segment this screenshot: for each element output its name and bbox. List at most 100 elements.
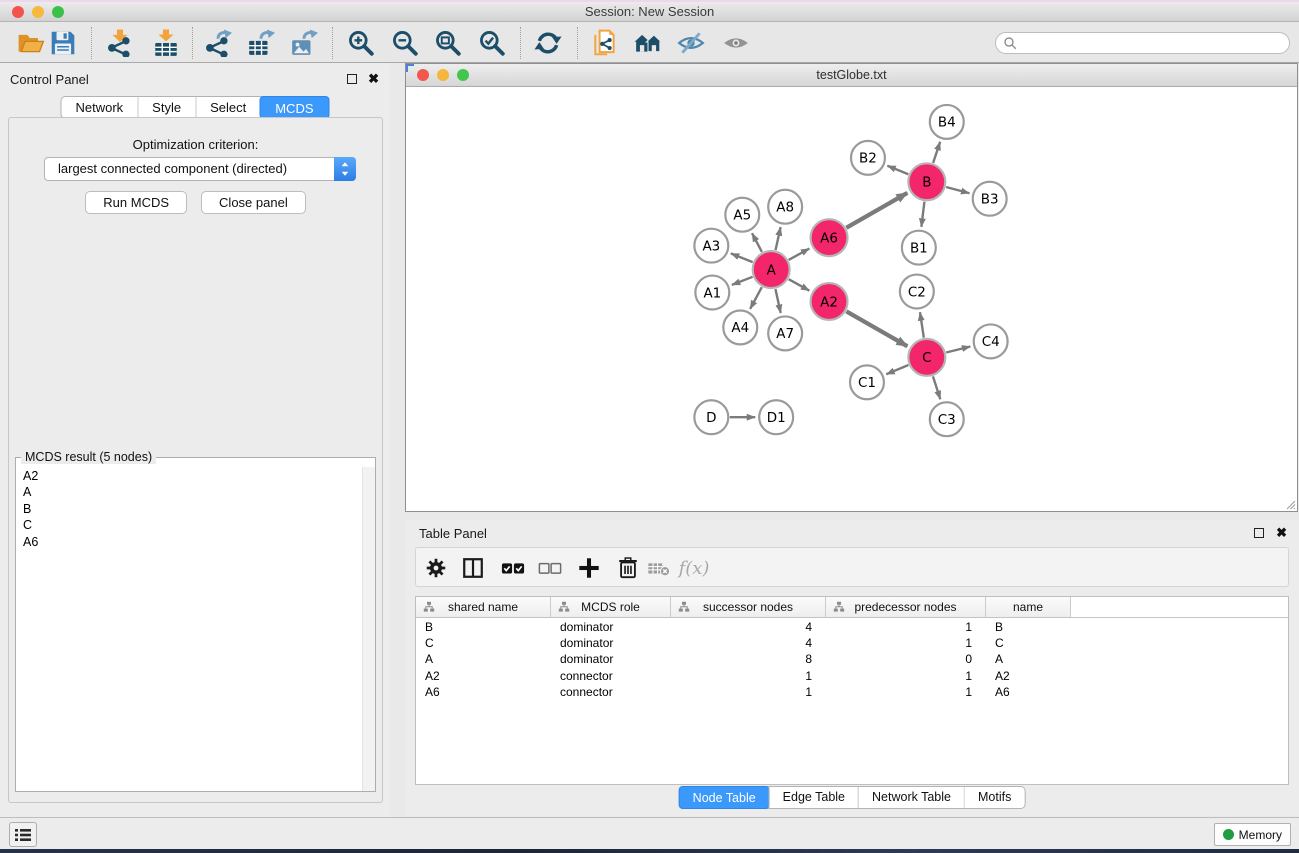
edge-A-A5[interactable] bbox=[752, 233, 762, 252]
cell-shared-name[interactable]: C bbox=[416, 635, 551, 651]
export-table-button[interactable] bbox=[244, 26, 278, 60]
format-columns-button[interactable] bbox=[460, 555, 486, 581]
criterion-dropdown[interactable]: largest connected component (directed) bbox=[44, 157, 356, 181]
cell-predecessor-nodes[interactable]: 1 bbox=[826, 619, 986, 635]
table-settings-button[interactable] bbox=[423, 555, 449, 581]
cell-predecessor-nodes[interactable]: 1 bbox=[826, 684, 986, 700]
float-panel-icon[interactable] bbox=[347, 74, 357, 84]
cell-shared-name[interactable]: A6 bbox=[416, 684, 551, 700]
cell-successor-nodes[interactable]: 8 bbox=[671, 651, 826, 667]
edge-A-A7[interactable] bbox=[775, 289, 780, 313]
cell-shared-name[interactable]: A bbox=[416, 651, 551, 667]
run-mcds-button[interactable]: Run MCDS bbox=[85, 191, 187, 214]
mcds-result-item[interactable]: A2 bbox=[17, 468, 361, 484]
apply-layout-button[interactable] bbox=[531, 26, 565, 60]
edge-B-B4[interactable] bbox=[933, 142, 940, 163]
column-header-MCDS-role[interactable]: MCDS role bbox=[551, 597, 671, 617]
delete-entry-button[interactable] bbox=[615, 555, 641, 581]
cell-predecessor-nodes[interactable]: 0 bbox=[826, 651, 986, 667]
cell-MCDS-role[interactable]: dominator bbox=[551, 619, 671, 635]
table-row[interactable]: Bdominator41B bbox=[416, 619, 1288, 635]
close-network-icon[interactable] bbox=[417, 69, 429, 81]
edge-A-A6[interactable] bbox=[789, 248, 810, 259]
edge-C-C1[interactable] bbox=[886, 365, 908, 374]
table-row[interactable]: A6connector11A6 bbox=[416, 684, 1288, 700]
hide-selected-button[interactable] bbox=[674, 26, 708, 60]
column-header-name[interactable]: name bbox=[986, 597, 1071, 617]
table-row[interactable]: A2connector11A2 bbox=[416, 668, 1288, 684]
home-button[interactable] bbox=[631, 26, 665, 60]
cell-name[interactable]: A2 bbox=[986, 668, 1071, 684]
edge-A-A4[interactable] bbox=[750, 287, 762, 309]
edge-A-A8[interactable] bbox=[776, 227, 781, 250]
network-graph[interactable]: AA1A2A3A4A5A6A7A8BB1B2B3B4CC1C2C3C4DD1 bbox=[406, 88, 1297, 511]
task-history-button[interactable] bbox=[9, 822, 37, 847]
cell-successor-nodes[interactable]: 1 bbox=[671, 668, 826, 684]
edge-A6-B[interactable] bbox=[846, 193, 907, 228]
search-box[interactable] bbox=[995, 32, 1290, 54]
memory-button[interactable]: Memory bbox=[1214, 823, 1291, 846]
cell-successor-nodes[interactable]: 4 bbox=[671, 619, 826, 635]
edge-A2-C[interactable] bbox=[846, 311, 907, 346]
select-all-button[interactable] bbox=[500, 555, 526, 581]
edge-C-C3[interactable] bbox=[933, 376, 940, 399]
table-row[interactable]: Cdominator41C bbox=[416, 635, 1288, 651]
zoom-window-icon[interactable] bbox=[52, 6, 64, 18]
cell-name[interactable]: A6 bbox=[986, 684, 1071, 700]
export-image-button[interactable] bbox=[287, 26, 321, 60]
column-header-shared-name[interactable]: shared name bbox=[416, 597, 551, 617]
network-canvas[interactable]: AA1A2A3A4A5A6A7A8BB1B2B3B4CC1C2C3C4DD1 bbox=[406, 88, 1297, 511]
zoom-in-button[interactable] bbox=[344, 26, 378, 60]
mcds-result-scrollbar[interactable] bbox=[362, 467, 375, 791]
edge-C-C2[interactable] bbox=[920, 312, 924, 337]
cell-MCDS-role[interactable]: connector bbox=[551, 684, 671, 700]
resize-grip-icon[interactable] bbox=[1284, 498, 1296, 510]
cell-successor-nodes[interactable]: 1 bbox=[671, 684, 826, 700]
maximize-network-icon[interactable] bbox=[457, 69, 469, 81]
zoom-out-button[interactable] bbox=[388, 26, 422, 60]
column-header-predecessor-nodes[interactable]: predecessor nodes bbox=[826, 597, 986, 617]
cell-MCDS-role[interactable]: dominator bbox=[551, 635, 671, 651]
tab-network[interactable]: Network bbox=[61, 97, 137, 118]
save-session-button[interactable] bbox=[46, 26, 80, 60]
close-panel-button[interactable]: Close panel bbox=[201, 191, 306, 214]
import-table-button[interactable] bbox=[149, 26, 183, 60]
tab-select[interactable]: Select bbox=[195, 97, 260, 118]
tab-node-table[interactable]: Node Table bbox=[679, 786, 770, 809]
edge-A-A1[interactable] bbox=[732, 277, 753, 285]
tab-motifs[interactable]: Motifs bbox=[964, 787, 1024, 808]
cell-shared-name[interactable]: B bbox=[416, 619, 551, 635]
column-header-successor-nodes[interactable]: successor nodes bbox=[671, 597, 826, 617]
export-network-button[interactable] bbox=[201, 26, 235, 60]
tab-style[interactable]: Style bbox=[137, 97, 195, 118]
edge-B-B2[interactable] bbox=[887, 166, 908, 175]
import-network-button[interactable] bbox=[103, 26, 137, 60]
mcds-result-item[interactable]: A bbox=[17, 484, 361, 500]
close-window-icon[interactable] bbox=[12, 6, 24, 18]
mcds-result-list[interactable]: A2ABCA6 bbox=[17, 468, 361, 790]
cell-name[interactable]: B bbox=[986, 619, 1071, 635]
open-file-button[interactable] bbox=[14, 26, 48, 60]
network-window-titlebar[interactable]: testGlobe.txt bbox=[406, 64, 1297, 87]
cell-predecessor-nodes[interactable]: 1 bbox=[826, 635, 986, 651]
cell-MCDS-role[interactable]: dominator bbox=[551, 651, 671, 667]
cell-name[interactable]: C bbox=[986, 635, 1071, 651]
cell-successor-nodes[interactable]: 4 bbox=[671, 635, 826, 651]
close-table-panel-icon[interactable]: ✖ bbox=[1276, 527, 1287, 539]
cell-shared-name[interactable]: A2 bbox=[416, 668, 551, 684]
edge-A-A2[interactable] bbox=[789, 279, 810, 290]
cell-predecessor-nodes[interactable]: 1 bbox=[826, 668, 986, 684]
cell-name[interactable]: A bbox=[986, 651, 1071, 667]
mcds-result-item[interactable]: B bbox=[17, 501, 361, 517]
mcds-result-item[interactable]: A6 bbox=[17, 534, 361, 550]
edge-B-B1[interactable] bbox=[921, 202, 924, 227]
edge-A-A3[interactable] bbox=[731, 253, 753, 262]
tab-network-table[interactable]: Network Table bbox=[858, 787, 964, 808]
minimize-network-icon[interactable] bbox=[437, 69, 449, 81]
zoom-selected-button[interactable] bbox=[475, 26, 509, 60]
tab-edge-table[interactable]: Edge Table bbox=[769, 787, 858, 808]
table-row[interactable]: Adominator80A bbox=[416, 651, 1288, 667]
mcds-result-item[interactable]: C bbox=[17, 517, 361, 533]
float-table-panel-icon[interactable] bbox=[1254, 528, 1264, 538]
search-input[interactable] bbox=[1021, 35, 1289, 51]
